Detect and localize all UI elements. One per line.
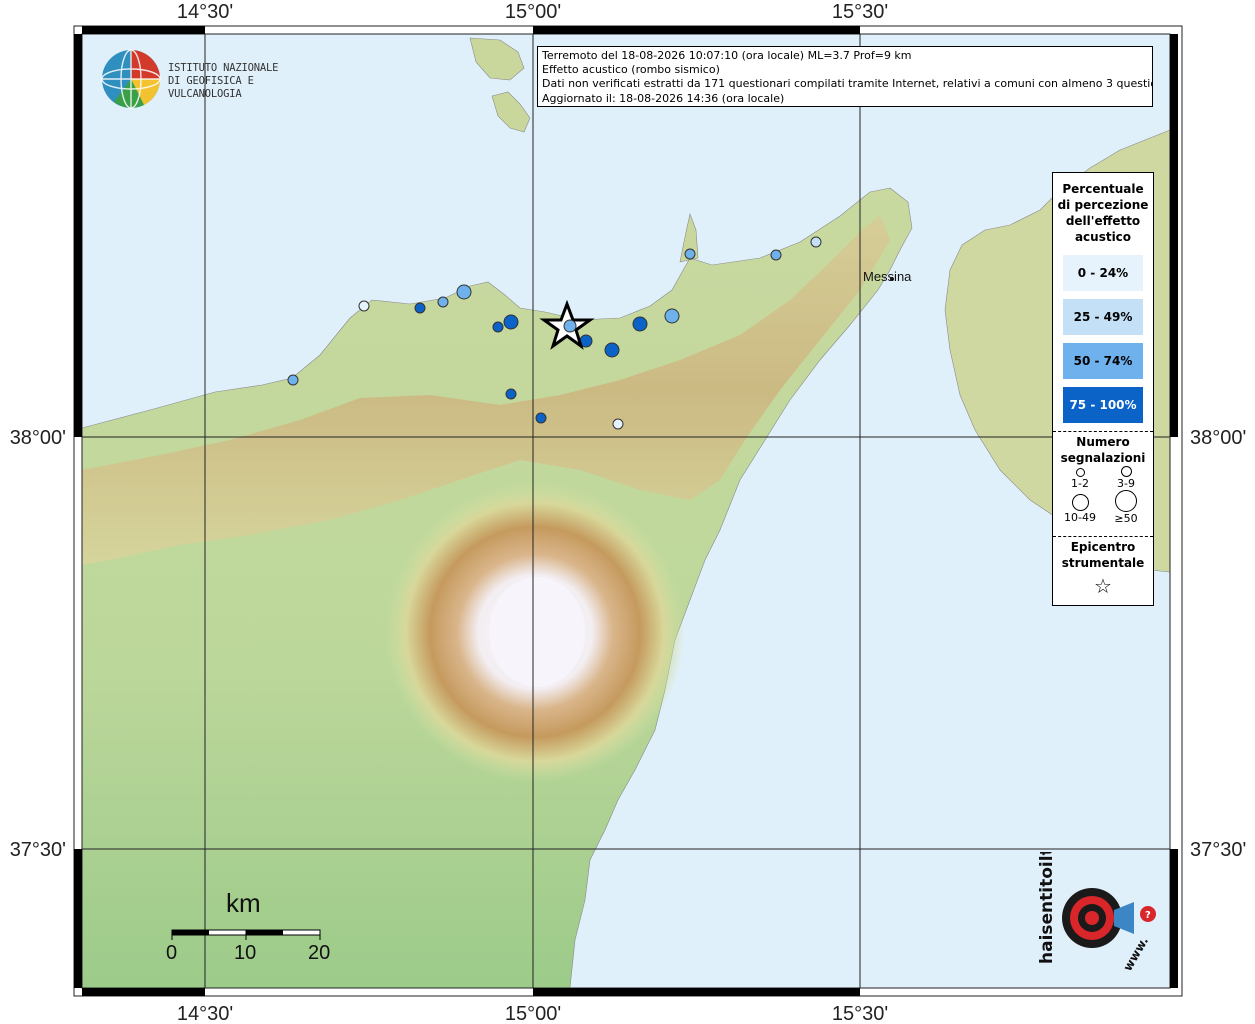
- legend-percent-title-3: dell'effetto: [1065, 214, 1141, 228]
- report-marker: [505, 388, 517, 400]
- legend-count-item: 1-2: [1057, 468, 1103, 490]
- lon-label-bottom-2: 15°00': [505, 1003, 561, 1024]
- scale-bar: km 0 10 20: [160, 888, 340, 970]
- report-marker: [612, 418, 624, 430]
- lat-label-left-1: 38°00': [10, 427, 66, 449]
- scale-tick-20: 20: [308, 942, 331, 964]
- report-marker: [632, 316, 648, 332]
- report-marker: [684, 248, 696, 260]
- lon-label-top-2: 15°00': [505, 1, 561, 23]
- legend-count-label: 3-9: [1117, 477, 1135, 490]
- report-marker: [456, 284, 472, 300]
- city-marker-messina: [890, 277, 894, 281]
- legend-epicenter-title: Epicentro strumentale: [1053, 539, 1153, 571]
- report-marker: [770, 249, 782, 261]
- event-data-note: Dati non verificati estratti da 171 ques…: [542, 77, 1153, 91]
- report-marker: [358, 300, 370, 312]
- report-marker: [810, 236, 822, 248]
- lon-label-top-1: 14°30': [177, 1, 233, 23]
- legend-epicenter-title-1: Epicentro: [1070, 540, 1136, 554]
- city-label-messina: Messina: [863, 269, 912, 284]
- logo-line-2: DI GEOFISICA E VULCANOLOGIA: [168, 75, 254, 100]
- legend-percent-title-1: Percentuale: [1062, 182, 1144, 196]
- haisentito-logo-graphic: ? haisentitoilterremoto.it www.: [1037, 738, 1156, 974]
- scale-unit: km: [226, 888, 261, 918]
- legend-count-label: 10-49: [1064, 511, 1096, 524]
- report-marker: [414, 302, 426, 314]
- etna-summit: [489, 577, 585, 687]
- legend-count-title-1: Numero: [1076, 435, 1130, 449]
- event-info-box: Terremoto del 18-08-2026 10:07:10 (ora l…: [537, 46, 1153, 107]
- svg-text:?: ?: [1145, 910, 1151, 921]
- legend-panel: Percentuale di percezione dell'effetto a…: [1052, 172, 1154, 606]
- report-marker: [604, 342, 620, 358]
- legend-count-item: 3-9: [1103, 466, 1149, 490]
- legend-count-grid: 1-2 3-9 10-49 ≥50: [1053, 466, 1153, 536]
- report-marker: [492, 321, 504, 333]
- legend-class-0: 0 - 24%: [1063, 255, 1143, 291]
- ingv-globe-icon: [101, 49, 161, 109]
- report-marker: [664, 308, 680, 324]
- report-marker: [437, 296, 449, 308]
- lon-label-bottom-3: 15°30': [832, 1003, 888, 1024]
- legend-percent-title-2: di percezione: [1057, 198, 1149, 212]
- haisentito-logo: ? haisentitoilterremoto.it www.: [1030, 738, 1170, 980]
- legend-class-2: 50 - 74%: [1063, 343, 1143, 379]
- epicenter-report-marker: [563, 319, 577, 333]
- legend-class-1: 25 - 49%: [1063, 299, 1143, 335]
- haisentito-url-text: www.: [1120, 934, 1151, 973]
- lat-label-left-2: 37°30': [10, 839, 66, 861]
- legend-count-item: 10-49: [1057, 494, 1103, 524]
- lat-label-right-1: 38°00': [1190, 427, 1246, 449]
- legend-star-icon: ☆: [1094, 574, 1112, 598]
- event-updated: Aggiornato il: 18-08-2026 14:36 (ora loc…: [542, 91, 785, 105]
- lon-label-top-3: 15°30': [832, 1, 888, 23]
- report-marker: [287, 374, 299, 386]
- ingv-logo: ISTITUTO NAZIONALE DI GEOFISICA E VULCAN…: [100, 48, 320, 110]
- report-marker: [503, 314, 519, 330]
- event-effect: Effetto acustico (rombo sismico): [542, 63, 720, 77]
- scale-tick-10: 10: [234, 942, 257, 964]
- legend-count-label: ≥50: [1114, 512, 1138, 525]
- legend-count-item: ≥50: [1103, 490, 1149, 525]
- legend-percent-title: Percentuale di percezione dell'effetto a…: [1053, 181, 1153, 245]
- legend-divider: [1053, 431, 1153, 432]
- lon-label-bottom-1: 14°30': [177, 1003, 233, 1024]
- legend-epicenter-title-2: strumentale: [1061, 556, 1145, 570]
- legend-count-label: 1-2: [1071, 477, 1089, 490]
- event-title: Terremoto del 18-08-2026 10:07:10 (ora l…: [542, 49, 912, 62]
- legend-percent-title-4: acustico: [1074, 230, 1132, 244]
- logo-line-1: ISTITUTO NAZIONALE: [168, 62, 279, 74]
- legend-class-3: 75 - 100%: [1063, 387, 1143, 423]
- legend-count-title: Numero segnalazioni: [1053, 434, 1153, 466]
- report-marker: [535, 412, 547, 424]
- haisentito-brand-text: haisentitoilterremoto.it: [1037, 852, 1057, 964]
- legend-divider: [1053, 536, 1153, 537]
- scale-tick-0: 0: [166, 942, 178, 964]
- legend-count-title-2: segnalazioni: [1060, 451, 1146, 465]
- lat-label-right-2: 37°30': [1190, 839, 1246, 861]
